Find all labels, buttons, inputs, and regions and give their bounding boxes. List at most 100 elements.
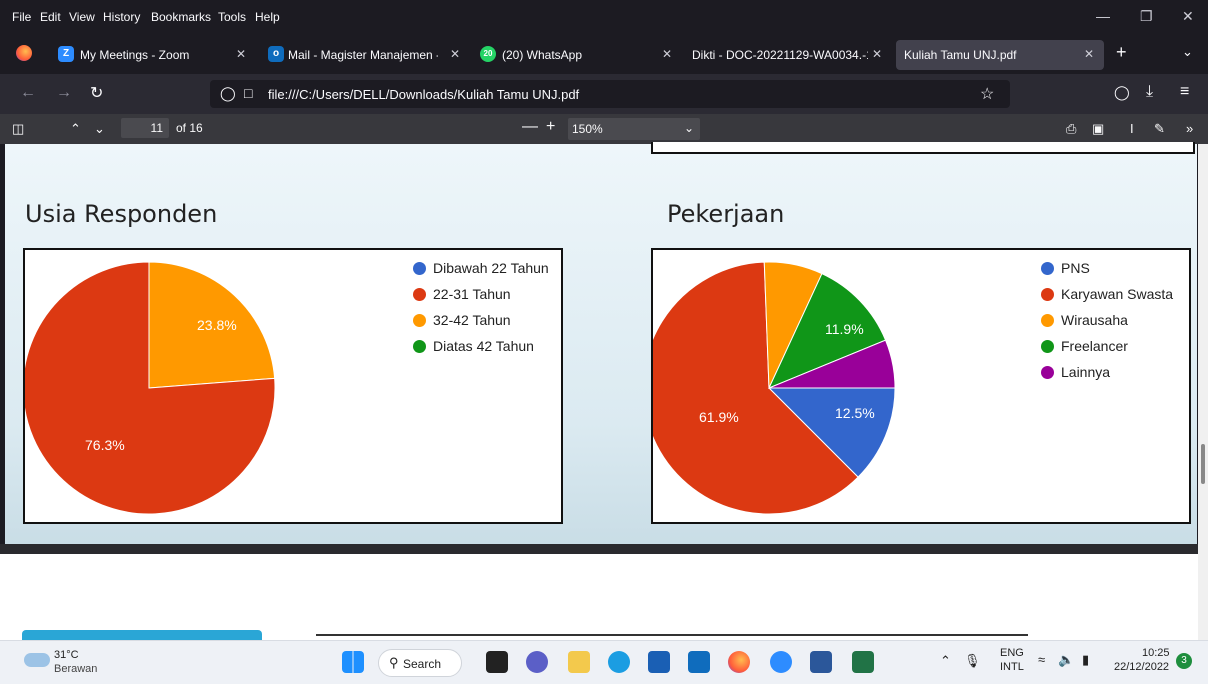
shield-icon[interactable]: ◯ bbox=[220, 85, 236, 102]
text-tool-icon[interactable]: I bbox=[1130, 121, 1134, 136]
save-icon[interactable]: ▣ bbox=[1092, 121, 1104, 137]
legend-label: 32-42 Tahun bbox=[433, 312, 511, 328]
task-view-icon[interactable] bbox=[486, 651, 508, 673]
tab-kuliah-tamu-pdf[interactable]: Kuliah Tamu UNJ.pdf ✕ bbox=[896, 40, 1104, 70]
previous-page-icon[interactable]: ⌃ bbox=[70, 121, 81, 137]
menu-file[interactable]: File bbox=[12, 10, 31, 24]
previous-figure-box bbox=[651, 142, 1195, 154]
zoom-select[interactable]: 150% ⌄ bbox=[568, 118, 700, 140]
mail-app-icon[interactable] bbox=[688, 651, 710, 673]
next-pdf-page bbox=[0, 554, 1200, 640]
back-icon[interactable]: ← bbox=[20, 84, 36, 102]
clock-time[interactable]: 10:25 bbox=[1142, 647, 1170, 659]
reload-icon[interactable]: ↻ bbox=[90, 83, 103, 103]
more-tools-icon[interactable]: » bbox=[1186, 121, 1193, 136]
outlook-icon: o bbox=[268, 46, 284, 62]
minimize-icon[interactable]: — bbox=[1096, 8, 1110, 24]
app-menu-icon[interactable]: ≡ bbox=[1180, 83, 1189, 101]
page-separator bbox=[0, 544, 1208, 554]
taskbar-search[interactable]: ⚲ Search bbox=[378, 649, 462, 677]
legend-label: 22-31 Tahun bbox=[433, 286, 511, 302]
list-tabs-icon[interactable]: ⌄ bbox=[1182, 44, 1193, 60]
next-page-icon[interactable]: ⌄ bbox=[94, 121, 105, 137]
tab-strip: Z My Meetings - Zoom ✕ o Mail - Magister… bbox=[0, 34, 1208, 74]
new-tab-icon[interactable]: + bbox=[1116, 42, 1127, 63]
excel-icon[interactable] bbox=[852, 651, 874, 673]
tab-zoom[interactable]: Z My Meetings - Zoom ✕ bbox=[50, 40, 260, 70]
print-icon[interactable]: ⎙ bbox=[1066, 121, 1076, 137]
legend-label: Diatas 42 Tahun bbox=[433, 338, 534, 354]
section-title-pekerjaan: Pekerjaan bbox=[667, 200, 785, 228]
windows-start-icon[interactable] bbox=[342, 651, 364, 673]
sidebar-toggle-icon[interactable]: ◫ bbox=[12, 121, 24, 137]
close-window-icon[interactable]: ✕ bbox=[1182, 8, 1194, 25]
close-tab-icon[interactable]: ✕ bbox=[662, 47, 672, 61]
next-page-rule bbox=[316, 634, 1028, 636]
pie-label-freelancer: 11.9% bbox=[825, 321, 864, 337]
menu-bar: File Edit View History Bookmarks Tools H… bbox=[0, 0, 1208, 34]
pie-label-karyawan-swasta: 61.9% bbox=[699, 409, 739, 425]
chat-icon[interactable] bbox=[526, 651, 548, 673]
page-icon: □ bbox=[244, 85, 253, 101]
scrollbar-thumb[interactable] bbox=[1201, 444, 1205, 484]
weather-desc[interactable]: Berawan bbox=[54, 663, 97, 675]
firefox-icon[interactable] bbox=[728, 651, 750, 673]
language-secondary[interactable]: INTL bbox=[1000, 661, 1024, 673]
menu-view[interactable]: View bbox=[69, 10, 95, 24]
close-tab-icon[interactable]: ✕ bbox=[1084, 47, 1094, 61]
pie-label-32-42-tahun: 23.8% bbox=[197, 317, 237, 333]
battery-icon[interactable]: ▮ bbox=[1082, 652, 1089, 668]
scrollbar[interactable] bbox=[1198, 144, 1208, 640]
pdf-toolbar: ◫ ⌃ ⌄ 11 of 16 — + 150% ⌄ ⎙ ▣ I ✎ » bbox=[0, 114, 1208, 144]
language-primary[interactable]: ENG bbox=[1000, 647, 1024, 659]
page-number-input[interactable]: 11 bbox=[121, 118, 169, 138]
legend-swatch bbox=[1041, 262, 1054, 275]
pocket-icon[interactable]: ◯ bbox=[1114, 84, 1130, 101]
zoom-app-icon[interactable] bbox=[770, 651, 792, 673]
firefox-view-icon[interactable] bbox=[16, 45, 32, 61]
legend-label: Karyawan Swasta bbox=[1061, 286, 1174, 302]
url-text[interactable]: file:///C:/Users/DELL/Downloads/Kuliah T… bbox=[268, 87, 579, 102]
weather-temp[interactable]: 31°C bbox=[54, 649, 79, 661]
legend-label: PNS bbox=[1061, 260, 1090, 276]
menu-tools[interactable]: Tools bbox=[218, 10, 246, 24]
notification-badge[interactable]: 3 bbox=[1176, 653, 1192, 669]
volume-icon[interactable]: 🔈 bbox=[1058, 652, 1074, 668]
navigation-toolbar: ← → ↻ ◯ □ file:///C:/Users/DELL/Download… bbox=[0, 74, 1208, 114]
zoom-icon: Z bbox=[58, 46, 74, 62]
menu-help[interactable]: Help bbox=[255, 10, 280, 24]
menu-history[interactable]: History bbox=[103, 10, 140, 24]
tab-whatsapp[interactable]: 20 (20) WhatsApp ✕ bbox=[474, 40, 684, 70]
store-icon[interactable] bbox=[648, 651, 670, 673]
menu-bookmarks[interactable]: Bookmarks bbox=[151, 10, 211, 24]
legend-swatch bbox=[413, 262, 426, 275]
bookmark-star-icon[interactable]: ☆ bbox=[980, 84, 994, 104]
zoom-out-icon[interactable]: — bbox=[522, 118, 538, 136]
zoom-in-icon[interactable]: + bbox=[546, 118, 555, 136]
close-tab-icon[interactable]: ✕ bbox=[872, 47, 882, 61]
cloud-icon[interactable] bbox=[24, 653, 50, 667]
downloads-icon[interactable]: ⤓ bbox=[1146, 83, 1153, 101]
edge-icon[interactable] bbox=[608, 651, 630, 673]
url-bar[interactable]: ◯ □ file:///C:/Users/DELL/Downloads/Kuli… bbox=[210, 80, 1010, 108]
menu-edit[interactable]: Edit bbox=[40, 10, 61, 24]
windows-taskbar: 31°C Berawan ⚲ Search ⌃ 🎙 ENG INTL ≈ 🔈 ▮… bbox=[0, 640, 1208, 684]
legend-swatch bbox=[413, 340, 426, 353]
draw-tool-icon[interactable]: ✎ bbox=[1154, 121, 1165, 137]
restore-icon[interactable]: ❐ bbox=[1140, 8, 1153, 25]
file-explorer-icon[interactable] bbox=[568, 651, 590, 673]
section-title-usia: Usia Responden bbox=[25, 200, 218, 228]
chevron-up-icon[interactable]: ⌃ bbox=[940, 653, 951, 669]
forward-icon[interactable]: → bbox=[56, 84, 72, 102]
tab-mail[interactable]: o Mail - Magister Manajemen - O ✕ bbox=[262, 40, 472, 70]
pie-label-pns: 12.5% bbox=[835, 405, 875, 421]
tab-dikti-doc[interactable]: Dikti - DOC-20221129-WA0034.-1.p ✕ bbox=[688, 40, 892, 70]
clock-date[interactable]: 22/12/2022 bbox=[1114, 661, 1169, 673]
legend-swatch bbox=[413, 314, 426, 327]
search-icon: ⚲ bbox=[389, 655, 399, 670]
close-tab-icon[interactable]: ✕ bbox=[236, 47, 246, 61]
close-tab-icon[interactable]: ✕ bbox=[450, 47, 460, 61]
microphone-icon[interactable]: 🎙 bbox=[964, 653, 981, 669]
wifi-icon[interactable]: ≈ bbox=[1038, 652, 1045, 667]
word-icon[interactable] bbox=[810, 651, 832, 673]
